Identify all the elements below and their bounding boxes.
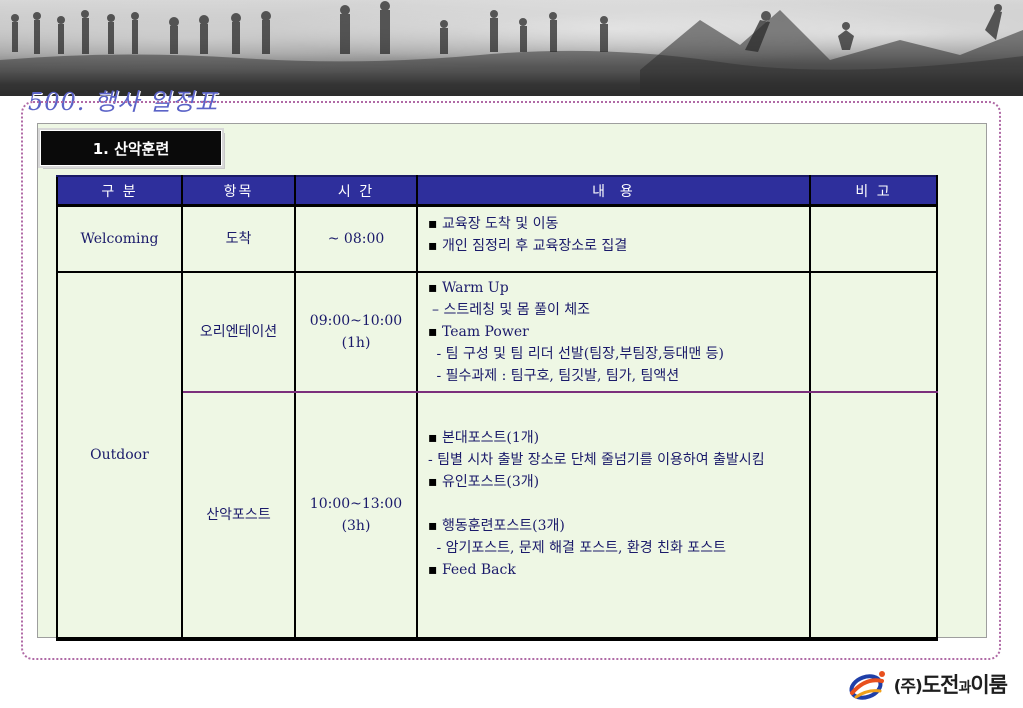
content-cell: Warm Up – 스트레칭 및 몸 풀이 체조 Team Power - 팀 … (416, 272, 811, 393)
category-cell: Welcoming (56, 205, 183, 273)
section-label: 1. 산악훈련 (38, 128, 224, 168)
content-detail: - 필수과제 : 팀구호, 팀깃발, 팀가, 팀액션 (432, 368, 680, 384)
time-cell: 09:00~10:00 (1h) (294, 272, 418, 393)
item-cell: 도착 (181, 205, 296, 273)
header-note: 비 고 (809, 175, 938, 207)
table-row: Welcoming 도착 ~ 08:00 교육장 도착 및 이동 개인 짐정리 … (56, 205, 938, 273)
schedule-table: 구 분 항목 시 간 내 용 비 고 Welcoming 도착 ~ 08:00 … (56, 175, 938, 641)
content-detail: - 암기포스트, 문제 해결 포스트, 환경 친화 포스트 (432, 540, 726, 556)
content-cell: 본대포스트(1개) - 팀별 시차 출발 장소로 단체 줄넘기를 이용하여 출발… (416, 392, 811, 641)
content-bullet: 본대포스트(1개) (428, 427, 799, 449)
logo-name1: 도전 (921, 673, 960, 697)
note-cell (809, 392, 938, 641)
time-duration: (3h) (341, 518, 371, 534)
logo-swoosh-icon (849, 671, 885, 700)
time-cell: 10:00~13:00 (3h) (294, 392, 418, 641)
content-bullet: 행동훈련포스트(3개) (428, 515, 799, 537)
content-bullet: Team Power (428, 321, 799, 343)
logo-name2: 이룸 (970, 673, 1008, 697)
content-detail: - 팀 구성 및 팀 리더 선발(팀장,부팀장,등대맨 등) (432, 346, 724, 362)
content-bullet: 개인 짐정리 후 교육장소로 집결 (428, 235, 799, 257)
logo-connector: 과 (958, 680, 971, 696)
note-cell (809, 205, 938, 273)
logo-text: (주)도전과이룸 (893, 669, 1008, 699)
time-range: 09:00~10:00 (309, 313, 403, 329)
time-range: 10:00~13:00 (309, 496, 403, 512)
header-content: 내 용 (416, 175, 811, 207)
time-cell: ~ 08:00 (294, 205, 418, 273)
header-time: 시 간 (294, 175, 418, 207)
content-detail: – 스트레칭 및 몸 풀이 체조 (432, 302, 591, 318)
content-bullet: Warm Up (428, 277, 799, 299)
content-bullet: 교육장 도착 및 이동 (428, 213, 799, 235)
content-detail: - 팀별 시차 출발 장소로 단체 줄넘기를 이용하여 출발시킴 (428, 452, 765, 468)
time-duration: (1h) (341, 335, 371, 351)
table-row: 산악포스트 10:00~13:00 (3h) 본대포스트(1개) - 팀별 시차… (57, 392, 938, 641)
table-row: Outdoor 오리엔테이션 09:00~10:00 (1h) Warm Up … (56, 272, 938, 641)
note-cell (809, 272, 938, 393)
content-bullet: Feed Back (428, 559, 799, 581)
header-item: 항목 (181, 175, 296, 207)
content-cell: 교육장 도착 및 이동 개인 짐정리 후 교육장소로 집결 (416, 205, 811, 273)
category-cell: Outdoor (56, 272, 183, 641)
content-bullet: 유인포스트(3개) (428, 471, 799, 493)
logo-prefix: (주) (893, 677, 923, 697)
company-logo: (주)도전과이룸 (848, 666, 1008, 702)
item-cell: 산악포스트 (181, 392, 296, 641)
header-category: 구 분 (56, 175, 183, 207)
item-cell: 오리엔테이션 (181, 272, 296, 393)
table-header-row: 구 분 항목 시 간 내 용 비 고 (56, 175, 938, 207)
